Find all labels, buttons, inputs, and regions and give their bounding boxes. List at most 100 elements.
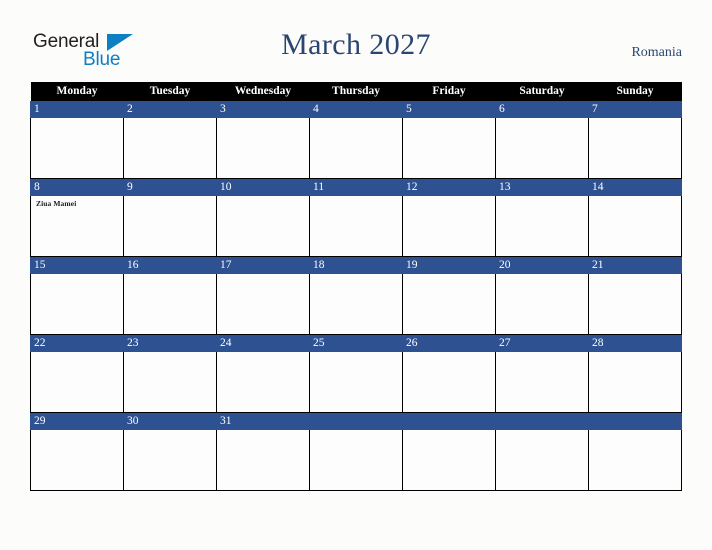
calendar-day-cell[interactable]: 13 <box>495 178 589 257</box>
calendar-day-cell[interactable]: 3 <box>216 101 310 179</box>
weekday-header-sunday: Sunday <box>588 82 682 101</box>
day-events <box>217 430 309 433</box>
calendar-day-cell[interactable]: 30 <box>123 412 217 491</box>
day-events <box>496 274 588 277</box>
calendar-day-cell[interactable]: 18 <box>309 256 403 335</box>
day-events <box>496 430 588 433</box>
day-events <box>589 430 681 433</box>
day-cell-inner: 2 <box>123 101 217 178</box>
day-cell-inner: 25 <box>309 335 403 412</box>
day-cell-inner: 8 Ziua Mamei <box>30 179 124 256</box>
day-cell-inner <box>309 413 403 490</box>
day-cell-inner: 6 <box>495 101 589 178</box>
calendar-day-cell[interactable]: 7 <box>588 101 682 179</box>
day-number: 11 <box>309 179 403 196</box>
weekday-header-thursday: Thursday <box>309 82 403 101</box>
day-number: 23 <box>123 335 217 352</box>
calendar-day-cell[interactable]: 16 <box>123 256 217 335</box>
calendar-day-cell[interactable]: 20 <box>495 256 589 335</box>
day-number: 4 <box>309 101 403 118</box>
day-events <box>31 118 123 121</box>
day-cell-inner: 13 <box>495 179 589 256</box>
day-events <box>403 352 495 355</box>
calendar-day-cell[interactable]: 10 <box>216 178 310 257</box>
day-events <box>217 196 309 199</box>
day-events <box>403 274 495 277</box>
day-cell-inner: 31 <box>216 413 310 490</box>
calendar-day-cell[interactable]: 19 <box>402 256 496 335</box>
day-number: 14 <box>588 179 682 196</box>
day-cell-inner: 20 <box>495 257 589 334</box>
day-cell-inner <box>495 413 589 490</box>
day-number <box>588 413 682 430</box>
day-cell-inner: 4 <box>309 101 403 178</box>
day-number: 16 <box>123 257 217 274</box>
day-cell-inner: 19 <box>402 257 496 334</box>
day-number: 18 <box>309 257 403 274</box>
calendar-day-cell[interactable]: 4 <box>309 101 403 179</box>
day-number: 10 <box>216 179 310 196</box>
day-number: 30 <box>123 413 217 430</box>
calendar-empty-cell <box>495 412 589 491</box>
calendar-day-cell[interactable]: 27 <box>495 334 589 413</box>
day-cell-inner: 11 <box>309 179 403 256</box>
day-number: 24 <box>216 335 310 352</box>
day-events <box>124 196 216 199</box>
day-number: 13 <box>495 179 589 196</box>
calendar-day-cell[interactable]: 28 <box>588 334 682 413</box>
day-cell-inner: 3 <box>216 101 310 178</box>
calendar-day-cell[interactable]: 17 <box>216 256 310 335</box>
day-events <box>31 430 123 433</box>
day-events <box>403 118 495 121</box>
day-number <box>309 413 403 430</box>
day-number: 19 <box>402 257 496 274</box>
day-events <box>403 430 495 433</box>
calendar-day-cell[interactable]: 23 <box>123 334 217 413</box>
day-events <box>124 274 216 277</box>
calendar-week-row: 15 16 17 18 19 20 21 <box>30 256 682 335</box>
calendar-day-cell[interactable]: 29 <box>30 412 124 491</box>
calendar-day-cell[interactable]: 1 <box>30 101 124 179</box>
day-cell-inner: 9 <box>123 179 217 256</box>
day-cell-inner: 22 <box>30 335 124 412</box>
calendar-day-cell[interactable]: 15 <box>30 256 124 335</box>
calendar-day-cell[interactable]: 22 <box>30 334 124 413</box>
calendar-day-cell[interactable]: 25 <box>309 334 403 413</box>
day-number: 8 <box>30 179 124 196</box>
calendar-day-cell[interactable]: 5 <box>402 101 496 179</box>
weekday-header-monday: Monday <box>30 82 124 101</box>
calendar-day-cell[interactable]: 26 <box>402 334 496 413</box>
calendar-day-cell[interactable]: 14 <box>588 178 682 257</box>
calendar-day-cell[interactable]: 6 <box>495 101 589 179</box>
calendar-day-cell[interactable]: 12 <box>402 178 496 257</box>
day-events <box>310 118 402 121</box>
day-cell-inner <box>588 413 682 490</box>
day-events <box>217 352 309 355</box>
calendar-week-row: 8 Ziua Mamei 9 10 11 12 13 14 <box>30 178 682 257</box>
day-number: 6 <box>495 101 589 118</box>
calendar-day-cell[interactable]: 21 <box>588 256 682 335</box>
calendar-day-cell[interactable]: 24 <box>216 334 310 413</box>
calendar-day-cell[interactable]: 9 <box>123 178 217 257</box>
day-number: 22 <box>30 335 124 352</box>
calendar-day-cell[interactable]: 8 Ziua Mamei <box>30 178 124 257</box>
calendar-day-cell[interactable]: 11 <box>309 178 403 257</box>
day-events <box>589 352 681 355</box>
day-events <box>496 196 588 199</box>
day-cell-inner: 5 <box>402 101 496 178</box>
day-events <box>31 274 123 277</box>
calendar-day-cell[interactable]: 31 <box>216 412 310 491</box>
day-cell-inner: 27 <box>495 335 589 412</box>
day-cell-inner: 18 <box>309 257 403 334</box>
day-number: 3 <box>216 101 310 118</box>
day-events <box>589 196 681 199</box>
day-number: 29 <box>30 413 124 430</box>
day-events <box>31 352 123 355</box>
calendar-day-cell[interactable]: 2 <box>123 101 217 179</box>
calendar-empty-cell <box>588 412 682 491</box>
day-cell-inner: 26 <box>402 335 496 412</box>
day-events <box>496 118 588 121</box>
day-events <box>589 274 681 277</box>
calendar-empty-cell <box>309 412 403 491</box>
page-header: General Blue March 2027 Romania <box>0 0 712 82</box>
